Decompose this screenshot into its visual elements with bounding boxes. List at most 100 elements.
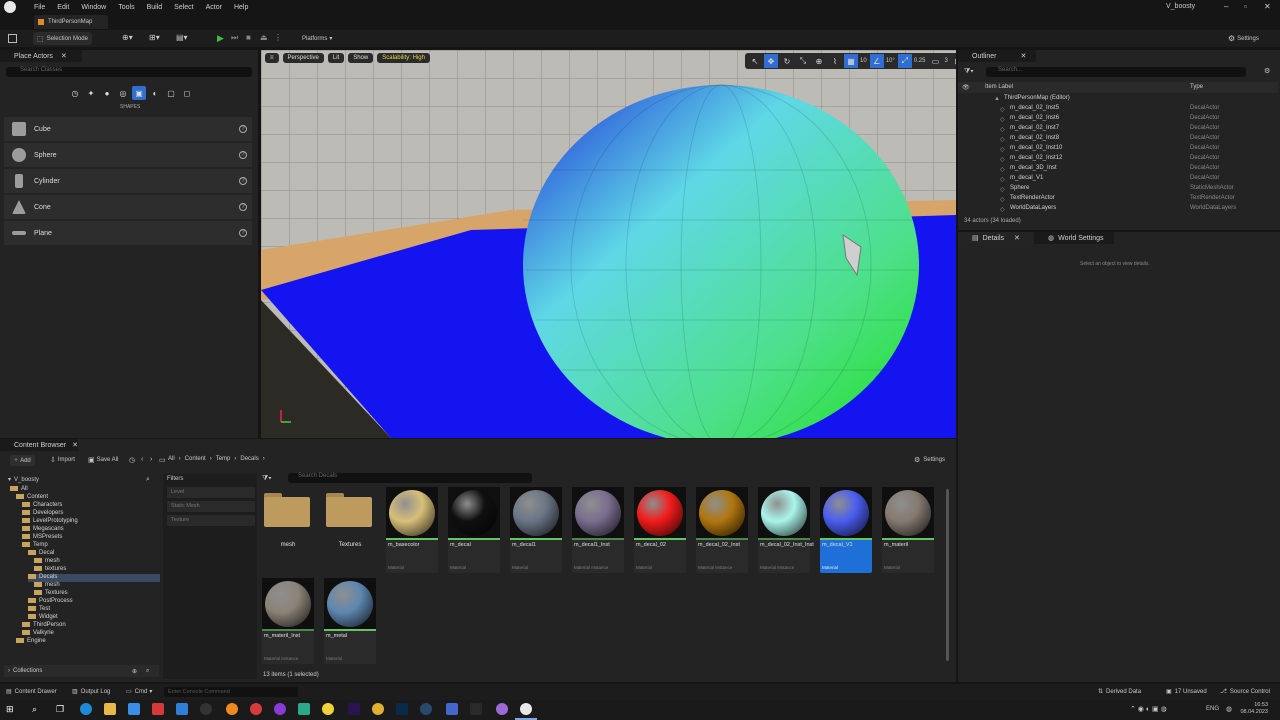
- tree-item[interactable]: MSPresets: [22, 534, 62, 542]
- tree-item[interactable]: ThirdPerson: [22, 622, 66, 630]
- world-settings-tab[interactable]: ◍ World Settings: [1034, 232, 1114, 244]
- maximize-viewport-icon[interactable]: ⊞: [951, 54, 956, 68]
- tree-item[interactable]: mesh: [34, 582, 60, 590]
- play-options-icon[interactable]: ⋮: [274, 33, 282, 42]
- outliner-row[interactable]: ◇ Sphere StaticMeshActor: [958, 185, 1278, 195]
- all-classes-icon[interactable]: ◻: [180, 86, 194, 100]
- content-browser-tab[interactable]: Content Browser ✕: [0, 439, 78, 451]
- tree-item[interactable]: Developers: [22, 510, 63, 518]
- unreal-logo-icon[interactable]: [4, 1, 16, 13]
- outliner-row[interactable]: ◇ WorldDataLayers WorldDataLayers: [958, 205, 1278, 215]
- chrome-icon[interactable]: [372, 703, 384, 715]
- asset-tile[interactable]: m_basecolor Material: [386, 487, 438, 573]
- outliner-row[interactable]: ◇ m_decal_02_Inst10 DecalActor: [958, 145, 1278, 155]
- surface-snap-icon[interactable]: ⌇: [828, 54, 842, 68]
- obs-icon[interactable]: [200, 703, 212, 715]
- shape-item-cone[interactable]: Cone?: [4, 195, 252, 219]
- scale-icon[interactable]: ⤡: [796, 54, 810, 68]
- close-icon[interactable]: ✕: [1021, 52, 1027, 60]
- asset-tile[interactable]: m_materil_Inst Material Instance: [262, 578, 314, 664]
- translate-icon[interactable]: ✥: [764, 54, 778, 68]
- tree-item[interactable]: textures: [34, 566, 66, 574]
- outliner-row[interactable]: ◇ m_decal_02_Inst7 DecalActor: [958, 125, 1278, 135]
- app-pink-icon[interactable]: [496, 703, 508, 715]
- shape-item-cube[interactable]: Cube?: [4, 117, 252, 141]
- console-input[interactable]: Enter Console Command: [164, 687, 298, 697]
- column-type[interactable]: Type: [1190, 84, 1203, 90]
- rotation-snap-icon[interactable]: ∠: [869, 54, 884, 68]
- save-all-button[interactable]: ▣ Save All: [88, 456, 118, 464]
- help-icon[interactable]: ?: [239, 203, 247, 211]
- search-classes-input[interactable]: Search Classes: [6, 67, 252, 77]
- help-icon[interactable]: ?: [239, 125, 247, 133]
- clock[interactable]: 16:53 08.04.2023: [1228, 702, 1268, 716]
- cinematic-icon[interactable]: ◎: [116, 86, 130, 100]
- app-blue-icon[interactable]: [446, 703, 458, 715]
- rotation-snap-value[interactable]: 10°: [886, 58, 895, 64]
- add-button[interactable]: + Add: [10, 455, 35, 466]
- breadcrumb-item[interactable]: Content: [185, 456, 206, 462]
- blueprint-icon[interactable]: ⊞▾: [149, 33, 160, 42]
- lights-icon[interactable]: ●: [100, 86, 114, 100]
- asset-tile[interactable]: m_decal_V1 Material: [820, 487, 872, 573]
- rotate-icon[interactable]: ↻: [780, 54, 794, 68]
- explorer-icon[interactable]: [104, 703, 116, 715]
- tree-item[interactable]: Characters: [22, 502, 62, 510]
- help-icon[interactable]: ?: [239, 229, 247, 237]
- outliner-row[interactable]: ◇ m_decal_3D_Inst DecalActor: [958, 165, 1278, 175]
- asset-tile[interactable]: m_metal Material: [324, 578, 376, 664]
- filter-icon[interactable]: ⧩▾: [262, 475, 272, 483]
- tree-item[interactable]: Decals: [28, 574, 160, 582]
- stop-icon[interactable]: ■: [246, 33, 251, 42]
- asset-tile[interactable]: m_decal_02_Inst_Inst Material Instance: [758, 487, 814, 573]
- steam-icon[interactable]: [420, 703, 432, 715]
- level-viewport[interactable]: ≡ Perspective Lit Show Scalability: High…: [261, 50, 956, 438]
- shape-item-plane[interactable]: Plane?: [4, 221, 252, 245]
- unsaved-button[interactable]: ▣ 17 Unsaved: [1166, 688, 1207, 696]
- outliner-row[interactable]: ▲ ThirdPersonMap (Editor): [958, 95, 1278, 105]
- forward-icon[interactable]: ›: [150, 456, 152, 463]
- language-indicator[interactable]: ENG: [1206, 706, 1219, 712]
- close-icon[interactable]: ✕: [61, 52, 67, 60]
- play-button[interactable]: ▶: [217, 33, 224, 44]
- tree-item[interactable]: mesh: [34, 558, 60, 566]
- settings-button[interactable]: ⚙ Settings: [1228, 32, 1259, 45]
- recent-icon[interactable]: ◷: [68, 86, 82, 100]
- add-collection-icon[interactable]: ⊕: [132, 668, 137, 675]
- close-icon[interactable]: ✕: [72, 441, 78, 449]
- cmd-dropdown[interactable]: ▭ Cmd ▾: [126, 688, 152, 696]
- close-icon[interactable]: ✕: [1014, 234, 1020, 242]
- scale-snap-icon[interactable]: ⤢: [897, 54, 912, 68]
- eject-icon[interactable]: ⏏: [260, 33, 268, 42]
- menu-item[interactable]: File: [34, 4, 45, 11]
- tree-item[interactable]: Engine: [16, 638, 46, 646]
- outliner-tab[interactable]: Outliner ✕: [958, 50, 1036, 62]
- help-icon[interactable]: ?: [239, 151, 247, 159]
- shape-item-cylinder[interactable]: Cylinder?: [4, 169, 252, 193]
- add-content-icon[interactable]: ⊕▾: [122, 33, 133, 42]
- tree-item[interactable]: Widget: [28, 614, 58, 622]
- skip-icon[interactable]: ⏭: [231, 33, 238, 43]
- app-yellow-icon[interactable]: [322, 703, 334, 715]
- asset-tile[interactable]: m_materil Material: [882, 487, 934, 573]
- back-icon[interactable]: ‹: [141, 456, 143, 463]
- place-actors-tab[interactable]: Place Actors ✕: [0, 50, 82, 62]
- menu-item[interactable]: Window: [81, 4, 106, 11]
- visual-effects-icon[interactable]: ◐: [148, 86, 162, 100]
- viewport-menu-button[interactable]: ≡: [265, 53, 279, 63]
- asset-scrollbar[interactable]: [946, 489, 949, 661]
- save-icon[interactable]: [8, 34, 17, 43]
- outliner-row[interactable]: ◇ m_decal_02_Inst6 DecalActor: [958, 115, 1278, 125]
- app-teal-icon[interactable]: [298, 703, 310, 715]
- import-button[interactable]: ⇩ Import: [50, 456, 75, 464]
- select-icon[interactable]: ↖: [748, 54, 762, 68]
- asset-folder[interactable]: Textures: [324, 487, 376, 573]
- column-item-label[interactable]: Item Label: [985, 84, 1013, 90]
- tree-item[interactable]: Megascans: [22, 526, 64, 534]
- app-64-icon[interactable]: [152, 703, 164, 715]
- photoshop-icon[interactable]: [396, 703, 408, 715]
- app-orange-icon[interactable]: [226, 703, 238, 715]
- asset-tile[interactable]: m_decal Material: [448, 487, 500, 573]
- show-button[interactable]: Show: [348, 53, 374, 63]
- source-control-button[interactable]: ⎇ Source Control: [1220, 688, 1270, 696]
